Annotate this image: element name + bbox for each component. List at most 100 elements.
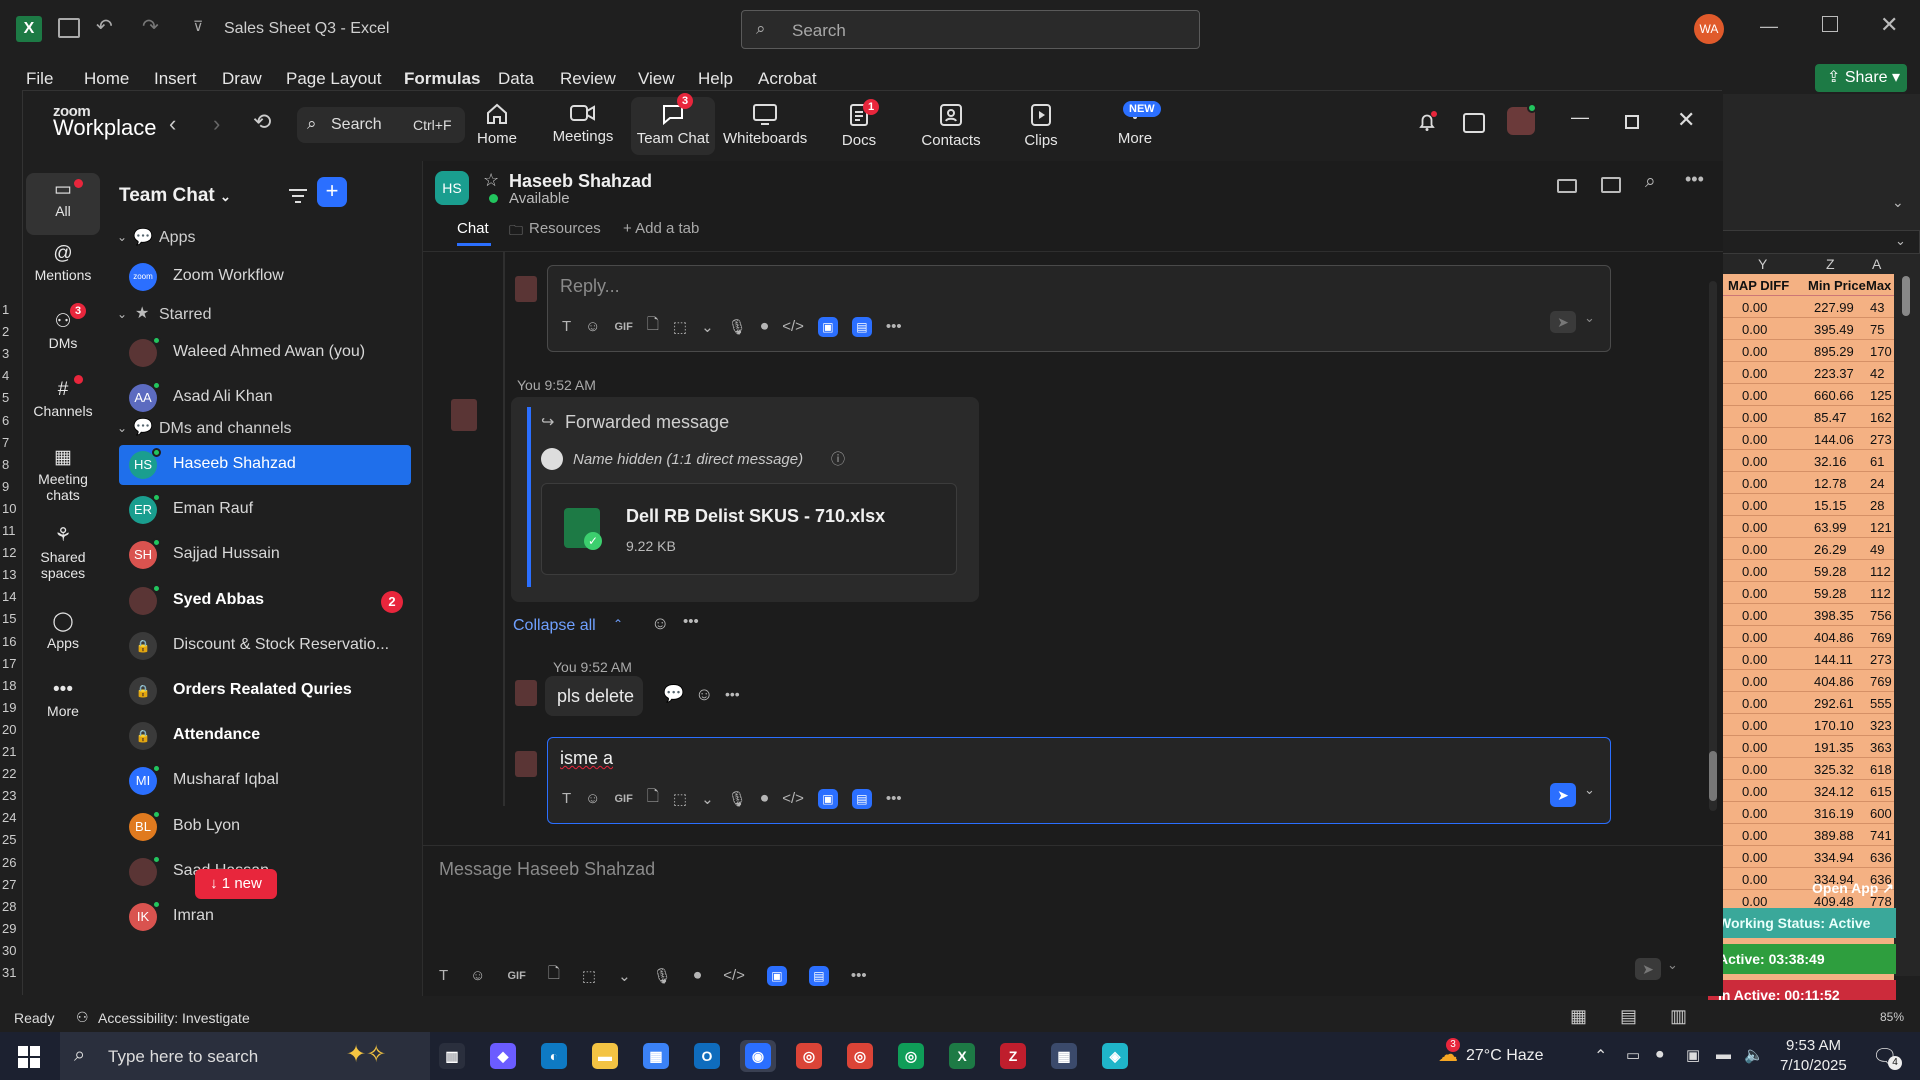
table-cell[interactable]: 0.00 [1742, 322, 1767, 337]
add-tab-button[interactable]: + Add a tab [623, 220, 699, 237]
sidebar-item-haseeb-shahzad[interactable]: HS Haseeb Shahzad [119, 445, 411, 485]
column-y[interactable]: Y [1758, 256, 1767, 272]
table-row[interactable]: 0.00 316.19 600 [1722, 802, 1894, 824]
row-number[interactable]: 22 [2, 766, 16, 781]
zoom-level[interactable]: 85% [1880, 1010, 1904, 1024]
table-cell[interactable]: 0.00 [1742, 652, 1767, 667]
table-row[interactable]: 0.00 227.99 43 [1722, 296, 1894, 318]
formula-bar[interactable]: ⌄ [1722, 230, 1920, 254]
table-cell[interactable]: 323 [1870, 718, 1892, 733]
table-row[interactable]: 0.00 334.94 636 [1722, 846, 1894, 868]
tab-home[interactable]: Home [84, 69, 129, 89]
table-row[interactable]: 0.00 395.49 75 [1722, 318, 1894, 340]
table-row[interactable]: 0.00 404.86 769 [1722, 670, 1894, 692]
video-call-icon[interactable] [1557, 179, 1577, 193]
table-cell[interactable]: 0.00 [1742, 498, 1767, 513]
vertical-scrollbar[interactable] [1894, 266, 1920, 976]
search-icon[interactable]: ⌕ [1645, 171, 1656, 193]
tab-acrobat[interactable]: Acrobat [758, 69, 817, 89]
minimize-icon[interactable]: — [1571, 107, 1589, 128]
scroll-thumb[interactable] [1902, 276, 1910, 316]
table-cell[interactable]: 0.00 [1742, 828, 1767, 843]
format-icon[interactable]: T [562, 790, 571, 807]
table-cell[interactable]: 0.00 [1742, 806, 1767, 821]
more-icon[interactable]: ••• [886, 318, 902, 335]
table-row[interactable]: 0.00 85.47 162 [1722, 406, 1894, 428]
task-view-icon[interactable]: ▥ [434, 1040, 470, 1072]
row-number[interactable]: 9 [2, 479, 9, 494]
row-number[interactable]: 6 [2, 413, 9, 428]
history-icon[interactable]: ⟲ [253, 109, 271, 135]
nav-clips[interactable]: Clips [999, 103, 1083, 149]
add-reaction-icon[interactable]: ☺ [695, 684, 713, 705]
filezilla-icon[interactable]: Z [995, 1040, 1031, 1072]
main-message-input[interactable]: Message Haseeb Shahzad [439, 859, 655, 880]
table-cell[interactable]: 363 [1870, 740, 1892, 755]
video-message-icon[interactable]: ⏺ [761, 318, 769, 335]
row-number[interactable]: 25 [2, 832, 16, 847]
windows-start-icon[interactable] [18, 1046, 40, 1068]
row-number[interactable]: 14 [2, 589, 16, 604]
row-number[interactable]: 16 [2, 634, 16, 649]
row-number[interactable]: 18 [2, 678, 16, 693]
back-icon[interactable]: ‹ [169, 111, 176, 137]
table-row[interactable]: 0.00 32.16 61 [1722, 450, 1894, 472]
table-cell[interactable]: 895.29 [1814, 344, 1854, 359]
table-cell[interactable]: 59.28 [1814, 586, 1847, 601]
table-row[interactable]: 0.00 26.29 49 [1722, 538, 1894, 560]
clock-time[interactable]: 9:53 AM [1786, 1037, 1841, 1054]
row-number[interactable]: 23 [2, 788, 16, 803]
row-number[interactable]: 17 [2, 656, 16, 671]
rail-channels[interactable]: # Channels [26, 375, 100, 419]
table-cell[interactable]: 325.32 [1814, 762, 1854, 777]
table-cell[interactable]: 292.61 [1814, 696, 1854, 711]
table-row[interactable]: 0.00 660.66 125 [1722, 384, 1894, 406]
emoji-icon[interactable]: ☺ [470, 967, 485, 984]
chat-app-icon[interactable]: ▤ [851, 316, 872, 337]
row-number[interactable]: 1 [2, 302, 9, 317]
table-cell[interactable]: 0.00 [1742, 432, 1767, 447]
table-cell[interactable]: 191.35 [1814, 740, 1854, 755]
row-number[interactable]: 31 [2, 965, 16, 980]
add-reaction-icon[interactable]: ☺ [651, 613, 669, 634]
file-icon[interactable]: 🗋 [548, 963, 560, 988]
table-cell[interactable]: 660.66 [1814, 388, 1854, 403]
minimize-icon[interactable]: — [1760, 16, 1778, 37]
file-attachment[interactable]: ✓ Dell RB Delist SKUS - 710.xlsx 9.22 KB [541, 483, 957, 575]
nav-more[interactable]: More NEW [1093, 101, 1177, 147]
table-cell[interactable]: 404.86 [1814, 630, 1854, 645]
chat-scrollbar[interactable] [1709, 281, 1717, 811]
section-dms-channels[interactable]: DMs and channels [159, 420, 292, 438]
send-icon[interactable]: ➤ [1635, 958, 1661, 980]
table-row[interactable]: 0.00 398.35 756 [1722, 604, 1894, 626]
app-icon[interactable]: ◈ [1097, 1040, 1133, 1072]
sidebar-item-imran[interactable]: IK Imran [119, 897, 411, 937]
table-row[interactable]: 0.00 144.11 273 [1722, 648, 1894, 670]
table-cell[interactable]: 404.86 [1814, 674, 1854, 689]
file-icon[interactable]: 🗋 [647, 786, 659, 811]
new-chat-button[interactable]: + [317, 177, 347, 207]
table-row[interactable]: 0.00 324.12 615 [1722, 780, 1894, 802]
code-icon[interactable]: </> [782, 790, 804, 807]
tab-file[interactable]: File [26, 69, 53, 89]
tab-formulas[interactable]: Formulas [404, 69, 481, 89]
sidebar-title[interactable]: Team Chat ⌄ [119, 185, 231, 207]
rail-mentions[interactable]: @ Mentions [26, 241, 100, 283]
table-row[interactable]: 0.00 191.35 363 [1722, 736, 1894, 758]
excel-taskbar-icon[interactable]: X [944, 1040, 980, 1072]
table-cell[interactable]: 273 [1870, 432, 1892, 447]
table-cell[interactable]: 636 [1870, 850, 1892, 865]
row-number[interactable]: 11 [2, 523, 16, 538]
table-cell[interactable]: 223.37 [1814, 366, 1854, 381]
rail-shared-spaces[interactable]: ⚘ Shared spaces [26, 523, 100, 581]
table-row[interactable]: 0.00 170.10 323 [1722, 714, 1894, 736]
table-cell[interactable]: 0.00 [1742, 564, 1767, 579]
table-cell[interactable]: 555 [1870, 696, 1892, 711]
more-options-icon[interactable]: ••• [1685, 169, 1704, 190]
table-cell[interactable]: 0.00 [1742, 718, 1767, 733]
table-cell[interactable]: 0.00 [1742, 784, 1767, 799]
contact-name[interactable]: Haseeb Shahzad [509, 171, 652, 192]
sidebar-item-syed-abbas[interactable]: Syed Abbas 2 [119, 581, 411, 621]
video-message-icon[interactable]: ⏺ [761, 790, 769, 807]
table-cell[interactable]: 59.28 [1814, 564, 1847, 579]
